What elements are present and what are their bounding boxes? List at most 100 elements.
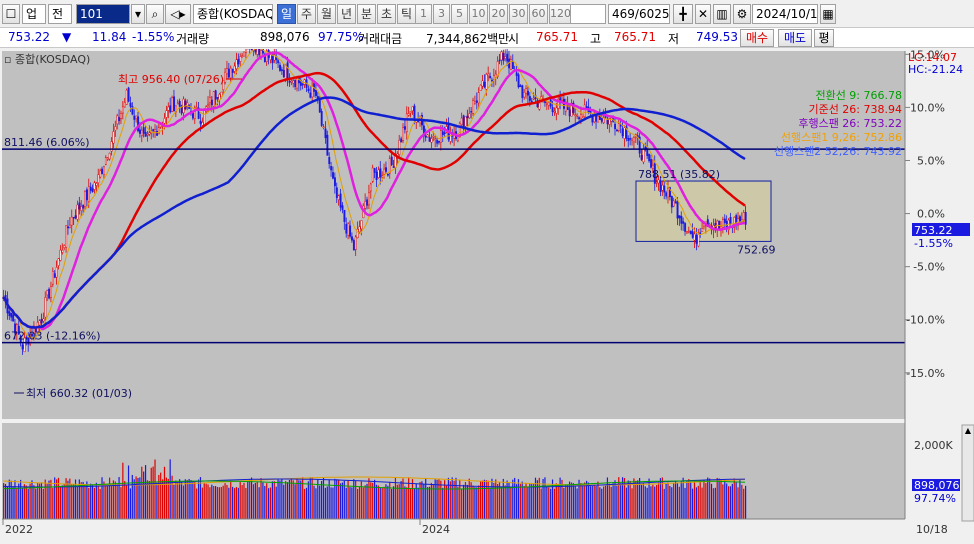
interval-button-120[interactable]: 120 xyxy=(549,4,571,24)
period-tab-5[interactable]: 초 xyxy=(377,4,396,24)
volume-bar xyxy=(345,487,347,519)
prev-select[interactable]: 전 xyxy=(48,4,72,24)
search-icon[interactable]: ⌕ xyxy=(146,4,164,24)
date-field[interactable]: 2024/10/18 xyxy=(752,4,818,24)
volume-bar xyxy=(572,483,574,519)
candle xyxy=(394,155,397,168)
volume-bar xyxy=(745,485,747,519)
interval-button-3[interactable]: 3 xyxy=(433,4,450,24)
volume-bar xyxy=(716,477,718,519)
bar-chart-icon[interactable]: ▥ xyxy=(713,4,731,24)
period-tab-0[interactable]: 일 xyxy=(277,4,296,24)
interval-button-1[interactable]: 1 xyxy=(415,4,432,24)
candle xyxy=(600,118,603,122)
volume-bar xyxy=(480,481,482,519)
candle xyxy=(99,170,102,178)
period-tab-4[interactable]: 분 xyxy=(357,4,376,24)
candle xyxy=(339,193,342,208)
volume-bar xyxy=(640,484,643,519)
period-tab-6[interactable]: 틱 xyxy=(397,4,416,24)
candle xyxy=(171,97,174,112)
volume-bar xyxy=(650,486,652,519)
code-input[interactable]: 101 xyxy=(76,4,130,24)
tool-icon[interactable]: ✕ xyxy=(695,4,711,24)
candle xyxy=(443,132,446,134)
candle xyxy=(243,51,246,57)
volume-bar xyxy=(294,484,296,519)
volume-bar xyxy=(440,480,442,519)
candle xyxy=(351,236,353,241)
candle xyxy=(82,204,85,209)
volume-bar xyxy=(139,477,141,519)
candle xyxy=(241,55,244,58)
volume-bar xyxy=(6,486,8,519)
volume-bar xyxy=(144,465,147,519)
candle xyxy=(228,68,230,78)
price-chart[interactable]: 919.36 (20.17%)811.46 (6.06%)672.03 (-12… xyxy=(0,49,974,544)
candle xyxy=(695,235,698,244)
settings-icon[interactable]: ⚙ xyxy=(733,4,751,24)
volume-bar xyxy=(724,479,726,519)
volume-bar xyxy=(682,477,684,519)
candle xyxy=(256,49,259,55)
candle xyxy=(640,154,643,160)
candle xyxy=(101,168,104,175)
volume-bar xyxy=(114,481,116,519)
interval-button-30[interactable]: 30 xyxy=(509,4,528,24)
eval-button[interactable]: 평 xyxy=(814,29,834,47)
volume-bar xyxy=(374,479,376,519)
volume-bar xyxy=(250,477,253,519)
volume-bar xyxy=(372,482,374,519)
volume-bar xyxy=(489,487,491,519)
volume-bar xyxy=(150,467,152,519)
volume-bar xyxy=(165,477,167,519)
calendar-icon[interactable]: ▦ xyxy=(820,4,836,24)
volume-bar xyxy=(419,482,421,519)
candle xyxy=(233,65,236,72)
candle xyxy=(125,89,128,105)
period-tab-3[interactable]: 년 xyxy=(337,4,356,24)
volume-bar xyxy=(326,486,328,519)
dropdown-icon[interactable]: ▾ xyxy=(131,4,145,24)
interval-button-60[interactable]: 60 xyxy=(529,4,548,24)
candle xyxy=(521,85,524,98)
candle xyxy=(165,110,168,118)
volume-bar xyxy=(733,478,735,519)
candle xyxy=(475,100,478,103)
volume-bar xyxy=(548,487,550,519)
interval-button-5[interactable]: 5 xyxy=(451,4,468,24)
interval-select[interactable] xyxy=(570,4,606,24)
candle xyxy=(269,54,272,60)
count-field[interactable]: 469/6025 xyxy=(608,4,670,24)
candle xyxy=(237,58,240,65)
bar-add-icon[interactable]: ╋ xyxy=(673,4,693,24)
volume-bar xyxy=(705,483,707,519)
candle xyxy=(354,236,357,250)
volume-bar xyxy=(555,483,557,519)
checkbox-icon[interactable]: ☐ xyxy=(2,4,20,24)
speaker-icon[interactable]: ◁▸ xyxy=(165,4,191,24)
candle xyxy=(479,84,482,92)
scroll-up-icon[interactable]: ▲ xyxy=(965,426,972,435)
interval-button-20[interactable]: 20 xyxy=(489,4,508,24)
volume-bar xyxy=(349,487,351,519)
volume-bar xyxy=(377,485,379,519)
volume-bar xyxy=(37,483,39,519)
direction-arrow-icon: ▼ xyxy=(62,30,72,44)
volume-bar xyxy=(307,481,309,519)
volume-scrollbar[interactable] xyxy=(961,424,974,522)
candle xyxy=(290,80,293,83)
market-select[interactable]: 업 xyxy=(22,4,46,24)
volume-bar xyxy=(692,488,694,519)
volume-bar xyxy=(46,483,48,519)
candle xyxy=(210,99,213,106)
period-tab-1[interactable]: 주 xyxy=(297,4,316,24)
volume-bar xyxy=(196,488,198,519)
buy-button[interactable]: 매수 xyxy=(740,29,774,47)
volume-bar xyxy=(718,478,720,519)
candle xyxy=(349,225,352,237)
candle xyxy=(631,138,634,141)
period-tab-2[interactable]: 월 xyxy=(317,4,336,24)
sell-button[interactable]: 매도 xyxy=(778,29,812,47)
interval-button-10[interactable]: 10 xyxy=(469,4,488,24)
